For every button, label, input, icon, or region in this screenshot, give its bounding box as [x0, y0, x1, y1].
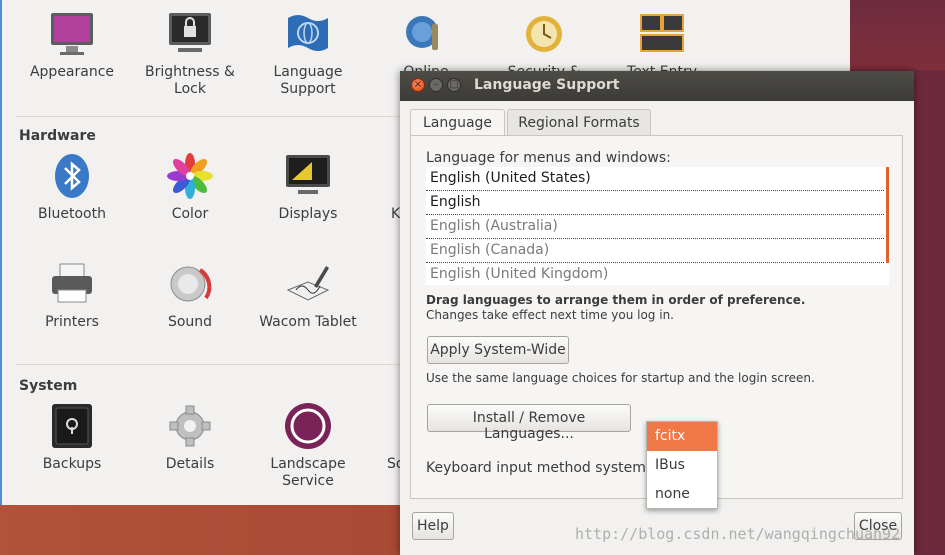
language-row[interactable]: English (Canada)	[426, 239, 884, 263]
language-list-scrollbar[interactable]	[886, 167, 889, 263]
settings-item-details[interactable]: Details	[135, 402, 245, 473]
changes-hint: Changes take effect next time you log in…	[426, 308, 674, 322]
details-icon	[166, 402, 214, 450]
backups-icon	[48, 402, 96, 450]
software-updates-icon	[381, 402, 401, 450]
settings-item-bluetooth[interactable]: Bluetooth	[17, 152, 127, 223]
settings-item-sound[interactable]: Sound	[135, 260, 245, 331]
desktop-background-top	[850, 0, 945, 70]
dialog-titlebar[interactable]: × – □ Language Support	[400, 71, 914, 101]
language-row[interactable]: English (United Kingdom)	[426, 263, 884, 285]
language-list[interactable]: English (United States) English English …	[426, 167, 889, 285]
dialog-title: Language Support	[474, 77, 620, 93]
input-method-option-ibus[interactable]: IBus	[647, 451, 717, 480]
brightness-lock-icon	[166, 10, 214, 58]
language-row[interactable]: English	[426, 191, 884, 215]
appearance-icon	[48, 10, 96, 58]
watermark-text: http://blog.csdn.net/wangqingchuan92	[575, 525, 901, 543]
online-accounts-icon	[402, 10, 450, 58]
language-row[interactable]: English (Australia)	[426, 215, 884, 239]
input-method-dropdown[interactable]: fcitx IBus none	[646, 421, 718, 509]
input-method-option-none[interactable]: none	[647, 480, 717, 509]
settings-item-landscape-service[interactable]: Landscape Service	[253, 402, 363, 490]
maximize-icon: □	[449, 79, 459, 90]
settings-item-language-support[interactable]: Language Support	[253, 10, 363, 98]
install-remove-languages-button[interactable]: Install / Remove Languages...	[427, 404, 631, 442]
close-icon: ×	[413, 79, 423, 90]
settings-item-brightness-lock[interactable]: Brightness & Lock	[135, 10, 245, 98]
color-icon	[166, 152, 214, 200]
tab-language[interactable]: Language	[410, 109, 505, 137]
settings-item-appearance[interactable]: Appearance	[17, 10, 127, 81]
displays-icon	[284, 152, 332, 200]
help-button[interactable]: Help	[412, 512, 454, 540]
input-method-option-fcitx[interactable]: fcitx	[647, 422, 717, 451]
section-title-hardware: Hardware	[19, 128, 96, 144]
bluetooth-icon	[48, 152, 96, 200]
landscape-service-icon	[284, 402, 332, 450]
language-support-icon	[284, 10, 332, 58]
printer-icon	[48, 260, 96, 308]
text-entry-icon	[638, 10, 686, 58]
apply-hint: Use the same language choices for startu…	[426, 371, 815, 385]
settings-item-backups[interactable]: Backups	[17, 402, 127, 473]
drag-hint: Drag languages to arrange them in order …	[426, 293, 806, 307]
keyboard-icon	[381, 152, 401, 200]
settings-item-printers[interactable]: Printers	[17, 260, 127, 331]
section-title-system: System	[19, 378, 78, 394]
settings-item-wacom-tablet[interactable]: Wacom Tablet	[253, 260, 363, 331]
settings-item-color[interactable]: Color	[135, 152, 245, 223]
input-method-label: Keyboard input method system:	[426, 460, 651, 476]
apply-system-wide-button[interactable]: Apply System-Wide	[427, 336, 569, 364]
tab-regional-formats[interactable]: Regional Formats	[507, 109, 651, 135]
sound-icon	[166, 260, 214, 308]
desktop-background-bottom	[0, 505, 400, 555]
wacom-tablet-icon	[284, 260, 332, 308]
settings-item-displays[interactable]: Displays	[253, 152, 363, 223]
window-maximize-button[interactable]: □	[447, 78, 461, 92]
minimize-icon: –	[433, 79, 439, 90]
window-close-button[interactable]: ×	[411, 78, 425, 92]
window-minimize-button[interactable]: –	[429, 78, 443, 92]
language-row[interactable]: English (United States)	[426, 167, 884, 191]
security-privacy-icon	[520, 10, 568, 58]
menus-windows-label: Language for menus and windows:	[426, 150, 671, 166]
